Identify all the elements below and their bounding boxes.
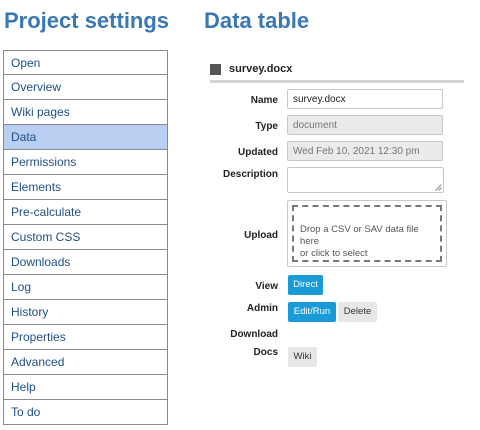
name-field[interactable] [287, 89, 443, 109]
admin-label: Admin [246, 303, 278, 314]
description-textarea[interactable] [287, 167, 444, 193]
edit-run-button[interactable]: Edit/Run [288, 302, 336, 322]
download-label: Download [230, 329, 278, 340]
sidebar-item-permissions[interactable]: Permissions [3, 150, 168, 175]
file-header: survey.docx [210, 60, 464, 83]
settings-sidebar: Open Overview Wiki pages Data Permission… [3, 50, 168, 425]
upload-instruction-line1: Drop a CSV or SAV data file here [300, 224, 419, 247]
sidebar-item-wiki-pages[interactable]: Wiki pages [3, 100, 168, 125]
sidebar-item-downloads[interactable]: Downloads [3, 250, 168, 275]
sidebar-item-custom-css[interactable]: Custom CSS [3, 225, 168, 250]
sidebar-item-help[interactable]: Help [3, 375, 168, 400]
upload-label: Upload [244, 230, 278, 241]
sidebar-item-data[interactable]: Data [3, 125, 168, 150]
upload-dropzone-inner[interactable]: Drop a CSV or SAV data file here or clic… [292, 205, 442, 262]
sidebar-item-history[interactable]: History [3, 300, 168, 325]
type-field [287, 115, 443, 135]
name-label: Name [250, 95, 278, 106]
sidebar-item-advanced[interactable]: Advanced [3, 350, 168, 375]
upload-dropzone[interactable]: Drop a CSV or SAV data file here or clic… [287, 200, 447, 267]
updated-label: Updated [238, 147, 278, 158]
sidebar-item-open[interactable]: Open [3, 50, 168, 75]
sidebar-item-pre-calculate[interactable]: Pre-calculate [3, 200, 168, 225]
direct-button[interactable]: Direct [288, 275, 323, 295]
upload-instruction-line2: or click to select [300, 248, 368, 259]
description-label: Description [222, 169, 278, 180]
sidebar-item-log[interactable]: Log [3, 275, 168, 300]
page-title-project-settings: Project settings [4, 8, 170, 33]
file-square-icon [210, 64, 221, 75]
docs-label: Docs [253, 347, 278, 358]
file-name: survey.docx [229, 63, 293, 75]
delete-button[interactable]: Delete [338, 302, 377, 322]
sidebar-item-overview[interactable]: Overview [3, 75, 168, 100]
view-label: View [255, 281, 278, 292]
type-label: Type [255, 121, 278, 132]
resize-grip-icon[interactable] [435, 184, 442, 191]
sidebar-item-properties[interactable]: Properties [3, 325, 168, 350]
page-title-data-table: Data table [204, 8, 310, 33]
updated-field [287, 141, 443, 161]
wiki-button[interactable]: Wiki [288, 347, 317, 367]
sidebar-item-to-do[interactable]: To do [3, 400, 168, 425]
sidebar-item-elements[interactable]: Elements [3, 175, 168, 200]
